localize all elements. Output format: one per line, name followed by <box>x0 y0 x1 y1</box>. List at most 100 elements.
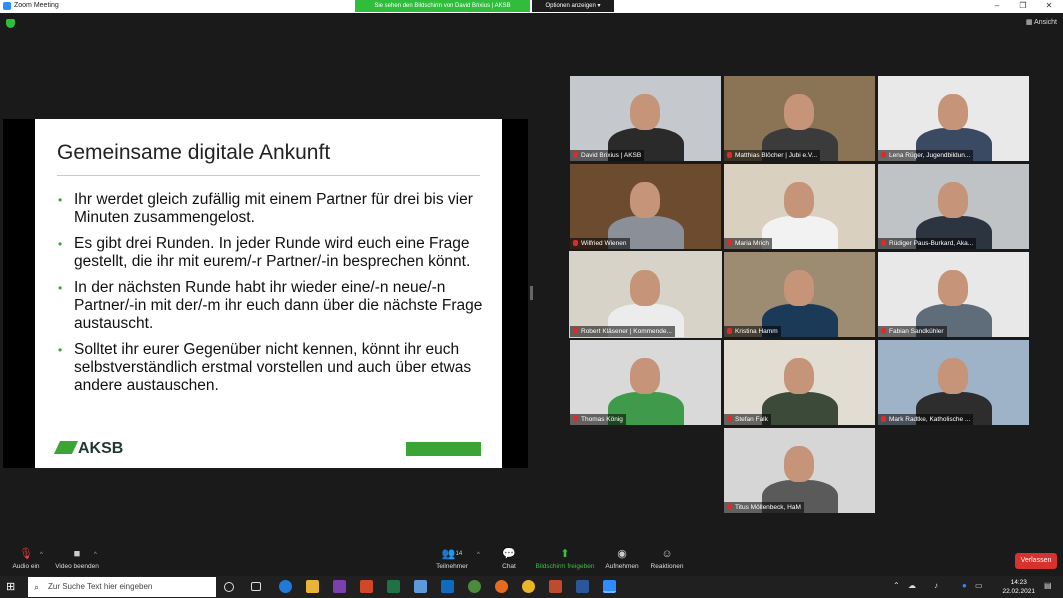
splitter-handle[interactable] <box>530 286 533 300</box>
zoom-taskbar-icon[interactable] <box>603 580 616 593</box>
participant-name-label: Thomas König <box>570 414 626 425</box>
screen-share-banner: Sie sehen den Bildschirm von David Brixi… <box>355 0 530 12</box>
bullet-icon: • <box>58 237 63 251</box>
participant-face <box>938 358 968 394</box>
view-options-button[interactable]: Optionen anzeigen ▾ <box>532 0 614 12</box>
firefox-icon[interactable] <box>495 580 508 593</box>
slide-bullet: • Solltet ihr eurer Gegenüber nicht kenne… <box>57 341 487 395</box>
view-options-label: Optionen anzeigen <box>545 3 596 9</box>
app-red-icon[interactable] <box>549 580 562 593</box>
participant-video-tile[interactable]: Thomas König <box>570 340 721 425</box>
onenote-icon[interactable] <box>333 580 346 593</box>
outlook-icon[interactable] <box>441 580 454 593</box>
edge-icon[interactable] <box>279 580 292 593</box>
participant-video-tile[interactable]: Stefan Falk <box>724 340 875 425</box>
audio-button[interactable]: 🎙 Audio ein <box>10 548 42 570</box>
zoom-logo-icon <box>3 2 11 10</box>
tray-chevron-icon[interactable]: ⌃ <box>893 581 900 590</box>
participant-video-tile[interactable]: Wilfried Wienen <box>570 164 721 249</box>
tray-network-icon[interactable]: ☁ <box>908 581 916 590</box>
aksb-logo-text: AKSB <box>78 440 124 457</box>
word-icon[interactable] <box>576 580 589 593</box>
tray-zoom-icon[interactable]: ● <box>962 581 967 590</box>
chat-icon: 💬 <box>502 548 516 560</box>
file-explorer-icon[interactable] <box>306 580 319 593</box>
participant-video-tile[interactable]: Robert Kläsener | Kommende... <box>569 251 722 338</box>
chrome-icon[interactable] <box>522 580 535 593</box>
mic-muted-icon <box>881 328 886 334</box>
mic-muted-icon <box>881 416 886 422</box>
mic-muted-icon <box>573 416 578 422</box>
participant-name: Kristina Hamm <box>735 328 778 335</box>
chevron-down-icon: ▾ <box>597 3 601 9</box>
participant-video-tile[interactable]: Fabian Sandkühler <box>878 252 1029 337</box>
participant-name: Matthias Blöcher | Jubi e.V... <box>735 152 818 159</box>
participant-video-tile[interactable]: David Brixius | AKSB <box>570 76 721 161</box>
task-view-icon[interactable] <box>251 582 261 591</box>
mic-muted-icon <box>727 328 732 334</box>
participants-label: Teilnehmer <box>436 563 468 570</box>
bullet-icon: • <box>58 343 63 357</box>
view-button-label: Ansicht <box>1034 19 1057 26</box>
encryption-shield-icon[interactable] <box>6 19 15 28</box>
windows-start-icon[interactable]: ⊞ <box>6 581 18 593</box>
tray-battery-icon[interactable]: ▭ <box>975 581 983 590</box>
aksb-logo: AKSB <box>53 440 124 458</box>
audio-options-caret-icon[interactable]: ^ <box>40 552 43 558</box>
record-button[interactable]: ◉ Aufnehmen <box>603 548 641 570</box>
participant-name-label: Wilfried Wienen <box>570 238 630 249</box>
excel-icon[interactable] <box>387 580 400 593</box>
participant-name-label: David Brixius | AKSB <box>570 150 645 161</box>
participant-video-tile[interactable]: Maria Mrich <box>724 164 875 249</box>
slide-bullet: • Ihr werdet gleich zufällig mit einem Pa… <box>57 191 487 227</box>
maximize-button[interactable]: ❐ <box>1010 0 1036 13</box>
participant-video-tile[interactable]: Titus Möllenbeck, HaM <box>724 428 875 513</box>
slide-title: Gemeinsame digitale Ankunft <box>57 141 331 164</box>
participants-icon: 👥14 <box>441 548 463 560</box>
reactions-label: Reaktionen <box>650 563 684 570</box>
participant-name-label: Maria Mrich <box>724 238 772 249</box>
participant-video-tile[interactable]: Rüdiger Paus-Burkard, Aka... <box>878 164 1029 249</box>
mic-muted-icon: 🎙 <box>19 548 33 560</box>
notifications-icon[interactable]: ▤ <box>1044 581 1052 590</box>
app-icon[interactable] <box>414 580 427 593</box>
slide-divider <box>57 175 480 176</box>
app-green-icon[interactable] <box>468 580 481 593</box>
participant-name: Mark Radtke, Katholische ... <box>889 416 971 423</box>
participant-face <box>784 446 814 482</box>
powerpoint-icon[interactable] <box>360 580 373 593</box>
minimize-button[interactable]: – <box>984 0 1010 13</box>
participant-video-tile[interactable]: Matthias Blöcher | Jubi e.V... <box>724 76 875 161</box>
leave-meeting-button[interactable]: Verlassen <box>1015 553 1057 569</box>
participant-video-tile[interactable]: Mark Radtke, Katholische ... <box>878 340 1029 425</box>
reactions-button[interactable]: ☺ Reaktionen <box>648 548 686 570</box>
shared-screen: Gemeinsame digitale Ankunft • Ihr werdet … <box>3 119 528 468</box>
bullet-icon: • <box>58 281 63 295</box>
share-screen-button[interactable]: ⬆ Bildschirm freigeben <box>533 548 597 570</box>
participant-video-tile[interactable]: Kristina Hamm <box>724 252 875 337</box>
record-icon: ◉ <box>617 548 627 560</box>
participant-face <box>784 358 814 394</box>
view-button[interactable]: ▦ Ansicht <box>1026 18 1057 26</box>
title-bar: Zoom Meeting Sie sehen den Bildschirm vo… <box>0 0 1063 13</box>
chat-label: Chat <box>502 563 516 570</box>
participants-button[interactable]: 👥14 Teilnehmer <box>432 548 472 570</box>
participant-name: Rüdiger Paus-Burkard, Aka... <box>889 240 974 247</box>
chat-button[interactable]: 💬 Chat <box>495 548 523 570</box>
aksb-logo-mark-icon <box>53 441 79 454</box>
mic-muted-icon <box>727 416 732 422</box>
taskbar-search-input[interactable]: ⌕ Zur Suche Text hier eingeben <box>28 577 216 597</box>
slide-footer-badge <box>406 442 481 456</box>
mic-muted-icon <box>573 328 578 334</box>
taskbar-clock[interactable]: 14:23 22.02.2021 <box>1002 578 1035 596</box>
participant-video-tile[interactable]: Lena Rüger, Jugendbildun... <box>878 76 1029 161</box>
video-options-caret-icon[interactable]: ^ <box>94 552 97 558</box>
mic-muted-icon <box>727 504 732 510</box>
tray-volume-icon[interactable]: ♪ <box>934 581 938 590</box>
participant-name: Thomas König <box>581 416 623 423</box>
presentation-slide: Gemeinsame digitale Ankunft • Ihr werdet … <box>35 119 502 468</box>
participant-name-label: Matthias Blöcher | Jubi e.V... <box>724 150 821 161</box>
participants-caret-icon[interactable]: ^ <box>477 552 480 558</box>
close-button[interactable]: ✕ <box>1036 0 1062 13</box>
cortana-icon[interactable] <box>224 582 234 592</box>
